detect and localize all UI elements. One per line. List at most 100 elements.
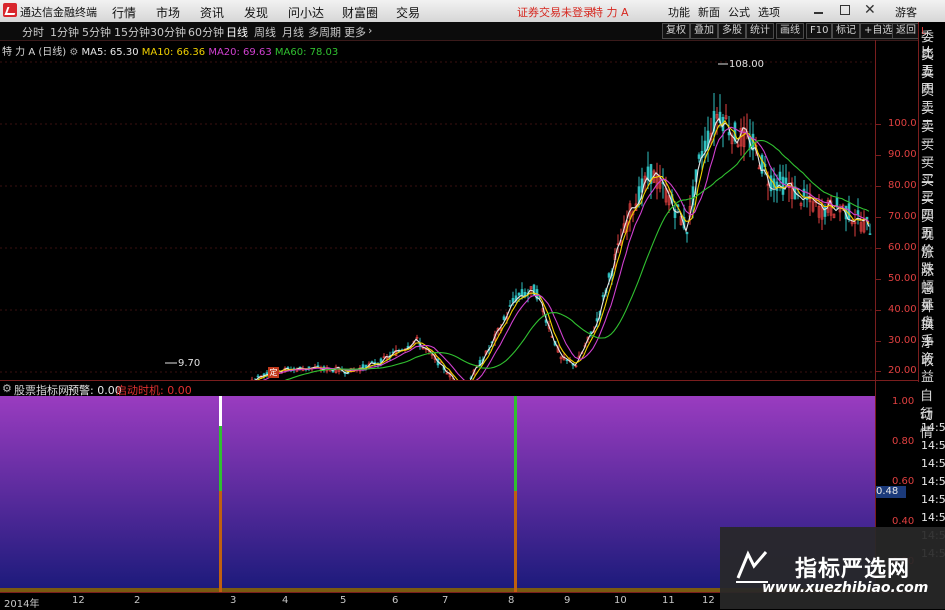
chevron-right-icon[interactable]: › <box>368 24 372 37</box>
date-label: 2014年 <box>4 599 40 610</box>
price-tick: 70.00 <box>888 211 917 222</box>
indicator-spike <box>219 426 222 491</box>
draw-line-button[interactable]: 画线 <box>776 23 804 39</box>
period-multi[interactable]: 多周期 <box>308 24 341 40</box>
menu-quotes[interactable]: 行情 <box>112 4 136 21</box>
login-status[interactable]: 证券交易未登录 <box>517 4 594 20</box>
period-1min[interactable]: 1分钟 <box>50 24 79 40</box>
indicator-side-time: 14:50 <box>921 493 945 506</box>
menu-formula[interactable]: 公式 <box>728 4 750 20</box>
price-tick-mark <box>875 371 881 372</box>
period-60min[interactable]: 60分钟 <box>188 24 224 40</box>
candle-body <box>502 316 506 321</box>
candle-body <box>703 140 707 152</box>
menu-discover[interactable]: 发现 <box>244 4 268 21</box>
ma20-line <box>262 126 870 380</box>
candle-body <box>778 171 782 181</box>
menu-trade[interactable]: 交易 <box>396 4 420 21</box>
period-30min[interactable]: 30分钟 <box>150 24 186 40</box>
date-label: 4 <box>282 595 289 606</box>
indicator-side-time: 14:50 <box>921 421 945 434</box>
price-tick: 100.0 <box>888 118 917 129</box>
price-tick-mark <box>875 279 881 280</box>
close-icon[interactable]: ✕ <box>864 2 876 18</box>
candle-body <box>520 289 524 297</box>
price-tick: 20.00 <box>888 365 917 376</box>
price-tick: 40.00 <box>888 304 917 315</box>
date-label: 3 <box>230 595 237 606</box>
price-tick-mark <box>875 217 881 218</box>
menu-functions[interactable]: 功能 <box>668 4 690 20</box>
f10-button[interactable]: F10 <box>806 23 833 39</box>
maximize-icon[interactable] <box>840 5 850 15</box>
price-tick: 60.00 <box>888 242 917 253</box>
guest-account[interactable]: 游客 <box>895 4 917 20</box>
indicator-spike <box>514 491 517 592</box>
price-tick: 80.00 <box>888 180 917 191</box>
menu-news[interactable]: 资讯 <box>200 4 224 21</box>
multi-stock-button[interactable]: 多股 <box>718 23 746 39</box>
date-label: 10 <box>614 595 627 606</box>
price-tick: 90.00 <box>888 149 917 160</box>
settings-icon[interactable]: ⚙ <box>69 47 78 58</box>
kline-chart[interactable] <box>0 40 918 380</box>
period-5min[interactable]: 5分钟 <box>82 24 111 40</box>
candle-body <box>370 361 374 363</box>
statistics-button[interactable]: 统计 <box>746 23 774 39</box>
candle-body <box>868 233 872 235</box>
indicator-side-time: 14:50 <box>921 475 945 488</box>
period-15min[interactable]: 15分钟 <box>114 24 150 40</box>
period-monthly[interactable]: 月线 <box>282 24 304 40</box>
ma20-label: MA20: 69.63 <box>208 47 272 58</box>
price-tick-mark <box>875 155 881 156</box>
mark-button[interactable]: 标记 <box>832 23 860 39</box>
period-weekly[interactable]: 周线 <box>254 24 276 40</box>
current-stock-name: 特 力 A <box>592 6 629 19</box>
indicator-spike <box>219 396 222 426</box>
high-price-label: 108.00 <box>729 59 764 70</box>
price-tick-mark <box>875 341 881 342</box>
watermark-url: www.xuezhibiao.com <box>762 580 929 596</box>
date-label: 9 <box>564 595 571 606</box>
menu-ask[interactable]: 问小达 <box>288 4 324 21</box>
candle-body <box>607 273 611 278</box>
indicator-spike <box>514 426 517 491</box>
candle-body <box>685 231 689 235</box>
period-daily[interactable]: 日线 <box>226 24 248 40</box>
price-tick: 50.00 <box>888 273 917 284</box>
menu-new-layout[interactable]: 新面 <box>698 4 720 20</box>
ma5-label: MA5: 65.30 <box>81 47 139 58</box>
app-title: 通达信金融终端 <box>20 6 97 19</box>
menu-bar <box>0 0 945 23</box>
date-label: 12 <box>702 595 715 606</box>
indicator-spike <box>219 491 222 592</box>
back-button[interactable]: 返回 <box>892 23 920 39</box>
indicator-tick: 1.00 <box>892 396 915 407</box>
date-label: 11 <box>662 595 675 606</box>
overlay-button[interactable]: 叠加 <box>690 23 718 39</box>
date-label: 6 <box>392 595 399 606</box>
add-watchlist-button[interactable]: +自选 <box>860 23 897 39</box>
menu-market[interactable]: 市场 <box>156 4 180 21</box>
indicator-side-time: 14:50 <box>921 511 945 524</box>
price-tick-mark <box>875 186 881 187</box>
ma5-line <box>254 117 870 380</box>
minimize-icon[interactable] <box>814 12 823 14</box>
candle-body <box>781 176 785 195</box>
marker-badge[interactable]: 定 <box>268 367 279 378</box>
date-label: 12 <box>72 595 85 606</box>
candle-body <box>802 188 806 197</box>
menu-wealth[interactable]: 财富圈 <box>342 4 378 21</box>
period-more[interactable]: 更多 <box>344 24 366 40</box>
menu-options[interactable]: 选项 <box>758 4 780 20</box>
ma60-label: MA60: 78.03 <box>274 47 339 58</box>
indicator-header: ⚙ 股票指标网 预警: 0.00 启动时机: 0.00 <box>0 380 918 397</box>
candle-body <box>847 203 851 221</box>
period-intraday[interactable]: 分时 <box>22 24 44 40</box>
adjust-button[interactable]: 复权 <box>662 23 690 39</box>
indicator-tick: 0.40 <box>892 516 915 527</box>
indicator-tick: 0.80 <box>892 436 915 447</box>
candle-body <box>601 295 605 297</box>
price-tick-mark <box>875 310 881 311</box>
indicator-settings-icon[interactable]: ⚙ <box>2 382 12 395</box>
